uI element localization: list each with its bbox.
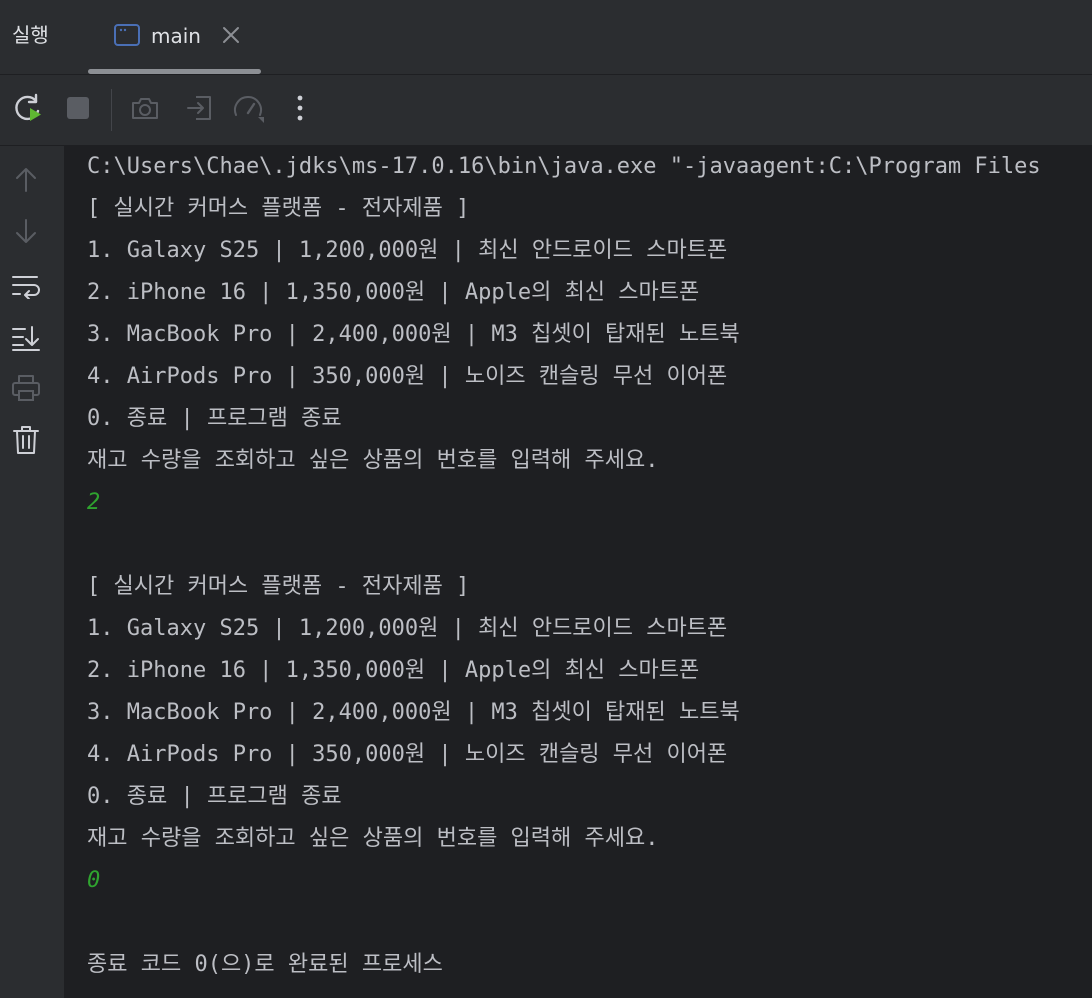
screenshot-button[interactable]	[127, 92, 163, 128]
console-line: 0. 종료 | 프로그램 종료	[87, 784, 342, 809]
console-line: 2. iPhone 16 | 1,350,000원 | Apple의 최신 스마…	[87, 658, 700, 683]
console-line: 1. Galaxy S25 | 1,200,000원 | 최신 안드로이드 스마…	[87, 238, 728, 263]
console-line: 0. 종료 | 프로그램 종료	[87, 406, 342, 431]
scroll-up-button[interactable]	[8, 163, 44, 199]
login-arrow-icon	[184, 93, 214, 127]
soft-wrap-button[interactable]	[8, 270, 44, 306]
console-line: 3. MacBook Pro | 2,400,000원 | M3 칩셋이 탑재된…	[87, 322, 740, 347]
console-line: 재고 수량을 조회하고 싶은 상품의 번호를 입력해 주세요.	[87, 826, 659, 851]
run-tool-window-title: 실행	[12, 23, 49, 47]
console-line: [ 실시간 커머스 플랫폼 - 전자제품 ]	[87, 196, 470, 221]
stop-button[interactable]	[60, 92, 96, 128]
trash-icon	[12, 425, 40, 459]
scroll-to-end-button[interactable]	[8, 322, 44, 358]
console-line: 2. iPhone 16 | 1,350,000원 | Apple의 최신 스마…	[87, 280, 700, 305]
run-toolbar	[0, 75, 1092, 146]
console-line: 3. MacBook Pro | 2,400,000원 | M3 칩셋이 탑재된…	[87, 700, 740, 725]
toolbar-separator	[111, 89, 112, 131]
profiler-button[interactable]	[231, 92, 267, 128]
more-vertical-icon	[295, 93, 305, 127]
soft-wrap-icon	[11, 273, 41, 303]
tab-main-label: main	[151, 24, 201, 48]
scroll-to-end-icon	[11, 325, 41, 355]
stop-icon	[64, 94, 92, 126]
console-line: 종료 코드 0(으)로 완료된 프로세스	[87, 952, 443, 977]
console-lines: C:\Users\Chae\.jdks\ms-17.0.16\bin\java.…	[87, 146, 1092, 986]
console-line: C:\Users\Chae\.jdks\ms-17.0.16\bin\java.…	[87, 154, 1041, 179]
console-side-toolbar	[0, 146, 65, 998]
clear-all-button[interactable]	[8, 424, 44, 460]
printer-icon	[11, 374, 41, 406]
close-icon[interactable]	[220, 24, 242, 46]
scroll-down-button[interactable]	[8, 216, 44, 252]
rerun-icon	[12, 92, 44, 128]
restore-layout-button[interactable]	[181, 92, 217, 128]
speedometer-icon	[232, 93, 266, 127]
console-line: 4. AirPods Pro | 350,000원 | 노이즈 캔슬링 무선 이…	[87, 742, 728, 767]
console-line: [ 실시간 커머스 플랫폼 - 전자제품 ]	[87, 574, 470, 599]
console-user-input: 2	[87, 490, 101, 515]
active-tab-indicator	[88, 69, 261, 74]
console-window-icon	[114, 24, 140, 46]
rerun-button[interactable]	[10, 92, 46, 128]
print-button[interactable]	[8, 372, 44, 408]
console-line: 1. Galaxy S25 | 1,200,000원 | 최신 안드로이드 스마…	[87, 616, 728, 641]
arrow-up-icon	[13, 165, 39, 197]
tool-window-header: 실행 main	[0, 0, 1092, 75]
console-user-input: 0	[87, 868, 101, 893]
console-line: 재고 수량을 조회하고 싶은 상품의 번호를 입력해 주세요.	[87, 448, 659, 473]
more-button[interactable]	[282, 92, 318, 128]
arrow-down-icon	[13, 218, 39, 250]
console-line: 4. AirPods Pro | 350,000원 | 노이즈 캔슬링 무선 이…	[87, 364, 728, 389]
console-output[interactable]: C:\Users\Chae\.jdks\ms-17.0.16\bin\java.…	[65, 146, 1092, 998]
tab-main[interactable]: main	[88, 0, 261, 74]
camera-icon	[130, 93, 160, 127]
